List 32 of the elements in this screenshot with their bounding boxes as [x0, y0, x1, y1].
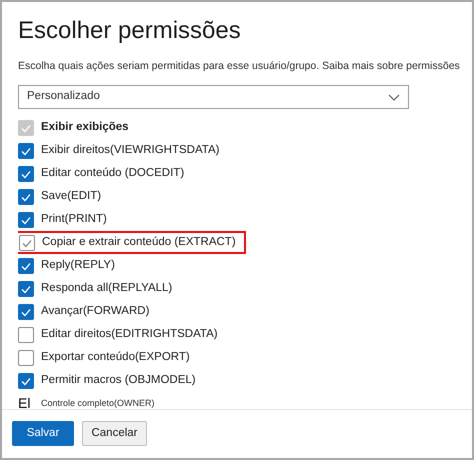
permission-label: Avançar(FORWARD) [41, 304, 150, 319]
permission-label: Controle completo(OWNER) [41, 396, 155, 408]
cancel-button[interactable]: Cancelar [82, 421, 147, 446]
checkbox[interactable] [18, 350, 34, 366]
checkbox[interactable] [18, 120, 34, 136]
permission-dropdown[interactable]: Personalizado [18, 85, 409, 109]
checkbox[interactable] [18, 372, 34, 388]
checkbox[interactable] [18, 142, 34, 158]
permission-label: Copiar e extrair conteúdo (EXTRACT) [42, 234, 236, 250]
chevron-down-icon [388, 94, 400, 100]
checkbox[interactable] [18, 326, 34, 342]
checkbox[interactable] [18, 258, 34, 274]
permission-label: Responda all(REPLYALL) [41, 280, 172, 296]
save-button[interactable]: Salvar [12, 421, 74, 446]
permission-label: Editar direitos(EDITRIGHTSDATA) [41, 326, 218, 342]
permission-label: Exibir exibições [41, 120, 129, 135]
checkbox[interactable] [18, 166, 34, 182]
checkbox[interactable] [18, 304, 34, 320]
description-text: Escolha quais ações seriam permitidas para esse usuário/grupo. Saiba mais sobre permissões [18, 59, 460, 73]
permission-label: Permitir macros (OBJMODEL) [41, 372, 196, 388]
permission-label: Save(EDIT) [41, 188, 102, 204]
permission-label: Exibir direitos(VIEWRIGHTSDATA) [41, 142, 220, 158]
permission-label: Reply(REPLY) [41, 258, 115, 273]
permission-label: Print(PRINT) [41, 212, 107, 227]
dialog-title: Escolher permissões [18, 16, 242, 46]
checkbox[interactable] [19, 234, 35, 250]
checkbox[interactable] [18, 280, 34, 296]
permission-label: Exportar conteúdo(EXPORT) [41, 350, 190, 365]
checkbox[interactable] [18, 212, 34, 228]
row-marker-text: El [18, 394, 32, 408]
permission-label: Editar conteúdo (DOCEDIT) [41, 166, 184, 181]
checkbox[interactable] [18, 188, 34, 204]
